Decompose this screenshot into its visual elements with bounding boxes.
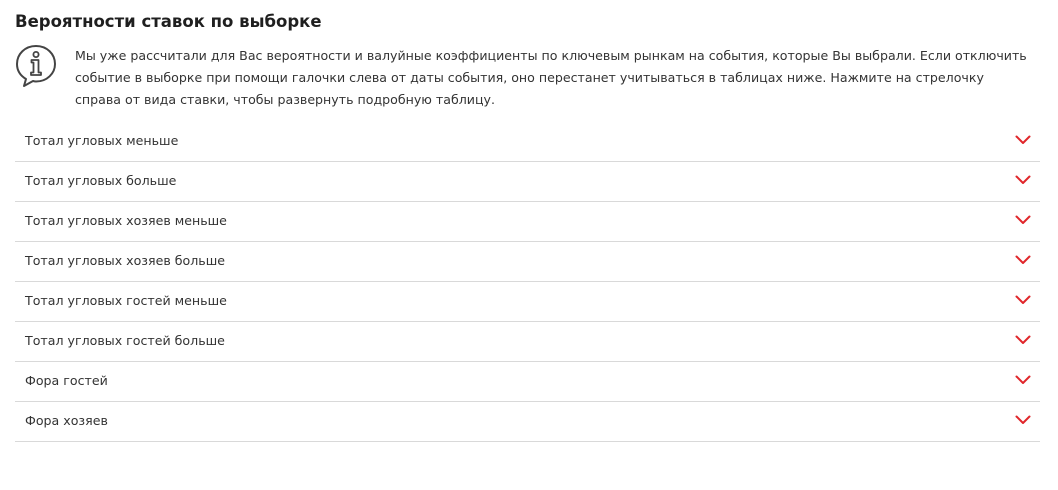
accordion-row-label: Тотал угловых гостей меньше	[25, 293, 227, 308]
accordion-row[interactable]: Тотал угловых меньше	[15, 122, 1040, 162]
info-speech-bubble-icon	[16, 45, 56, 87]
accordion-row[interactable]: Тотал угловых хозяев больше	[15, 242, 1040, 282]
accordion-row-label: Фора хозяев	[25, 413, 108, 428]
page: Вероятности ставок по выборке Мы уже рас…	[0, 0, 1058, 490]
section-title: Вероятности ставок по выборке	[15, 12, 322, 31]
chevron-down-icon[interactable]	[1015, 335, 1031, 345]
accordion-row-label: Тотал угловых хозяев меньше	[25, 213, 227, 228]
chevron-down-icon[interactable]	[1015, 415, 1031, 425]
bet-type-accordion: Тотал угловых меньше Тотал угловых больше…	[15, 122, 1040, 442]
chevron-down-icon[interactable]	[1015, 375, 1031, 385]
accordion-row[interactable]: Тотал угловых гостей больше	[15, 322, 1040, 362]
accordion-row[interactable]: Тотал угловых хозяев меньше	[15, 202, 1040, 242]
chevron-down-icon[interactable]	[1015, 255, 1031, 265]
accordion-row-label: Тотал угловых больше	[25, 173, 177, 188]
accordion-row[interactable]: Фора хозяев	[15, 402, 1040, 442]
chevron-down-icon[interactable]	[1015, 135, 1031, 145]
accordion-row-label: Тотал угловых меньше	[25, 133, 179, 148]
accordion-row-label: Тотал угловых гостей больше	[25, 333, 225, 348]
accordion-row[interactable]: Тотал угловых гостей меньше	[15, 282, 1040, 322]
accordion-row-label: Тотал угловых хозяев больше	[25, 253, 225, 268]
chevron-down-icon[interactable]	[1015, 295, 1031, 305]
accordion-row-label: Фора гостей	[25, 373, 108, 388]
info-description: Мы уже рассчитали для Вас вероятности и …	[75, 48, 1027, 107]
accordion-row[interactable]: Тотал угловых больше	[15, 162, 1040, 202]
chevron-down-icon[interactable]	[1015, 175, 1031, 185]
accordion-row[interactable]: Фора гостей	[15, 362, 1040, 402]
chevron-down-icon[interactable]	[1015, 215, 1031, 225]
